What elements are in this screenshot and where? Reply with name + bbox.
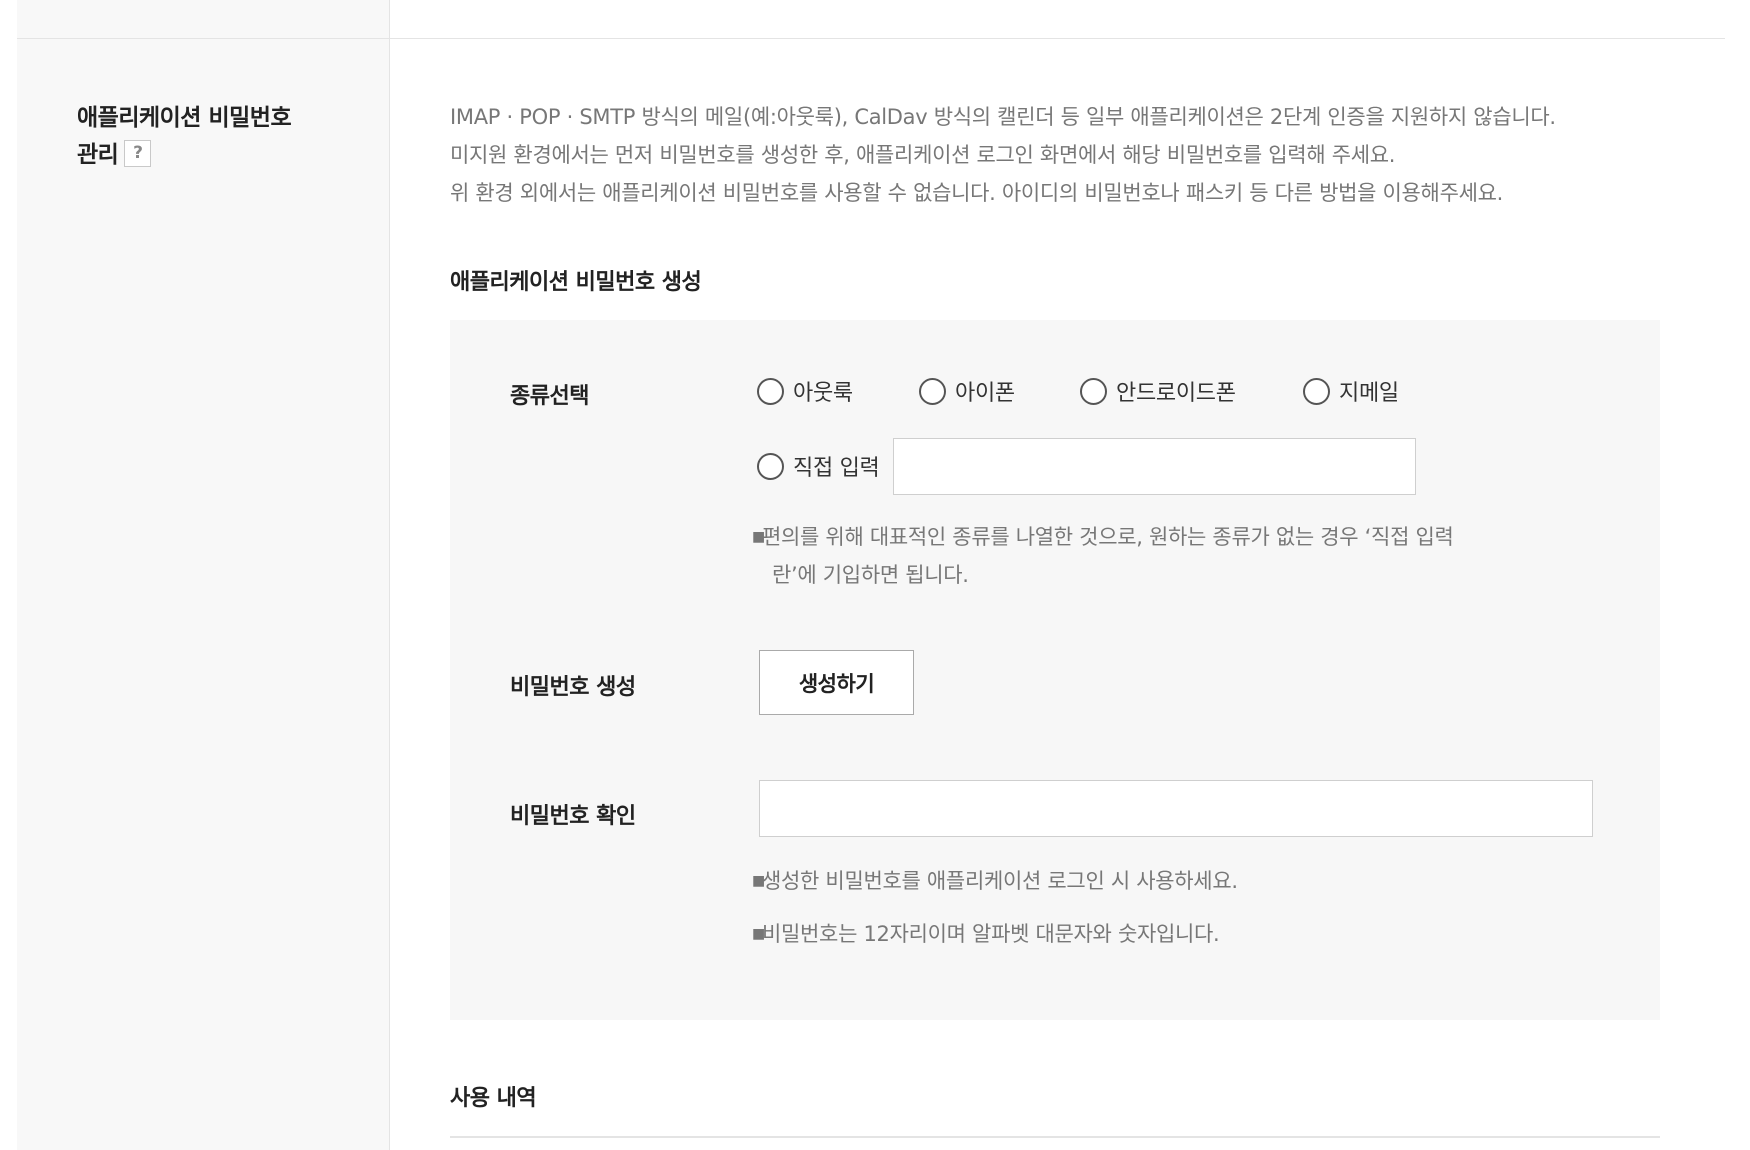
bullet-icon: ■ — [752, 529, 765, 545]
description-line: IMAP · POP · SMTP 방식의 메일(예:아웃룩), CalDav … — [450, 105, 1556, 129]
radio-outlook[interactable]: 아웃룩 — [757, 375, 853, 407]
type-select-label: 종류선택 — [510, 384, 589, 409]
radio-circle-icon[interactable] — [1080, 377, 1107, 405]
type-note-line2: 란’에 기입하면 됩니다. — [772, 563, 969, 587]
history-divider — [450, 1136, 1660, 1138]
radio-circle-icon[interactable] — [757, 377, 784, 405]
radio-circle-icon[interactable] — [919, 377, 946, 405]
confirm-note-2: ■ 비밀번호는 12자리이며 알파벳 대문자와 숫자입니다. — [752, 915, 1220, 953]
description-line: 미지원 환경에서는 먼저 비밀번호를 생성한 후, 애플리케이션 로그인 화면에… — [450, 143, 1396, 167]
custom-type-input[interactable] — [893, 438, 1416, 495]
confirm-note-text: 비밀번호는 12자리이며 알파벳 대문자와 숫자입니다. — [762, 922, 1220, 946]
radio-gmail[interactable]: 지메일 — [1303, 375, 1399, 407]
section-title-line2: 관리? — [77, 137, 337, 174]
radio-label: 직접 입력 — [793, 456, 880, 481]
type-note-line1: 편의를 위해 대표적인 종류를 나열한 것으로, 원하는 종류가 없는 경우 ‘… — [762, 525, 1454, 549]
top-divider — [17, 38, 1725, 39]
section-title-line1: 애플리케이션 비밀번호 — [77, 105, 292, 131]
radio-label: 아웃룩 — [793, 381, 853, 406]
radio-circle-icon[interactable] — [757, 452, 784, 480]
confirm-note-text: 생성한 비밀번호를 애플리케이션 로그인 시 사용하세요. — [762, 869, 1238, 893]
radio-iphone[interactable]: 아이폰 — [919, 375, 1015, 407]
radio-label: 지메일 — [1339, 381, 1399, 406]
history-heading: 사용 내역 — [450, 1086, 537, 1111]
section-title: 애플리케이션 비밀번호 관리? — [77, 100, 337, 174]
radio-label: 아이폰 — [955, 381, 1015, 406]
radio-android[interactable]: 안드로이드폰 — [1080, 375, 1236, 407]
confirm-note-1: ■ 생성한 비밀번호를 애플리케이션 로그인 시 사용하세요. — [752, 862, 1238, 900]
confirm-label: 비밀번호 확인 — [510, 804, 636, 829]
description-line: 위 환경 외에서는 애플리케이션 비밀번호를 사용할 수 없습니다. 아이디의 … — [450, 181, 1504, 205]
create-heading: 애플리케이션 비밀번호 생성 — [450, 270, 702, 295]
bullet-icon: ■ — [752, 873, 765, 889]
radio-circle-icon[interactable] — [1303, 377, 1330, 405]
bullet-icon: ■ — [752, 926, 765, 942]
description: IMAP · POP · SMTP 방식의 메일(예:아웃룩), CalDav … — [450, 98, 1720, 212]
confirm-password-input[interactable] — [759, 780, 1593, 837]
section-title-text: 관리 — [77, 142, 119, 168]
generate-label: 비밀번호 생성 — [510, 675, 636, 700]
help-icon[interactable]: ? — [124, 140, 152, 167]
create-panel: 종류선택 아웃룩 아이폰 안드로이드폰 지메일 직접 입력 ■ 편의를 위해 대… — [450, 320, 1660, 1020]
type-note: ■ 편의를 위해 대표적인 종류를 나열한 것으로, 원하는 종류가 없는 경우… — [752, 518, 1454, 594]
radio-label: 안드로이드폰 — [1116, 381, 1236, 406]
radio-custom[interactable]: 직접 입력 — [757, 450, 880, 482]
generate-button[interactable]: 생성하기 — [759, 650, 914, 715]
